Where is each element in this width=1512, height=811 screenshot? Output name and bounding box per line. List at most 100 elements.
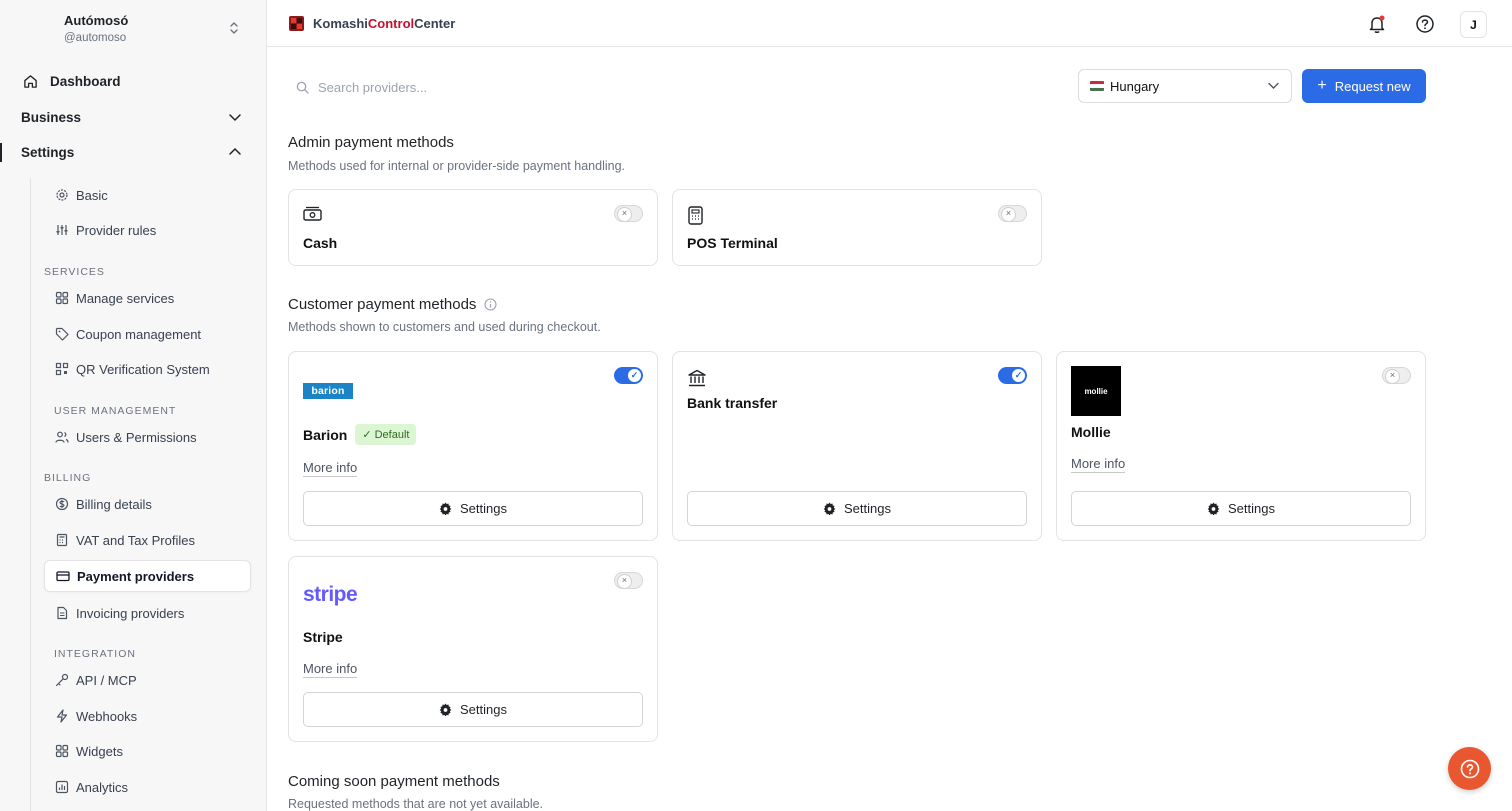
more-info-link[interactable]: More info (303, 661, 358, 678)
workspace-handle: @automoso (64, 32, 127, 44)
key-icon (55, 673, 69, 687)
coming-soon-section-title: Coming soon payment methods (288, 773, 500, 790)
grid-icon (55, 291, 69, 305)
workspace-switcher[interactable]: Autómosó @automoso (64, 13, 244, 44)
info-icon[interactable] (484, 298, 497, 311)
tag-icon (55, 327, 69, 341)
chart-icon (55, 780, 69, 794)
sidebar-item-provider-rules[interactable]: Provider rules (44, 214, 251, 246)
tree-line (30, 178, 31, 811)
payment-card-name: Stripe (303, 629, 343, 645)
bank-icon (688, 369, 706, 387)
help-chat-button[interactable] (1448, 747, 1491, 790)
sidebar-item-label: QR Verification System (76, 361, 210, 377)
brand-name-part1: Komashi (313, 16, 368, 31)
home-icon (24, 75, 37, 88)
payment-card-bank-transfer: Bank transfer Settings (672, 351, 1042, 541)
sidebar-item-qr-verification[interactable]: QR Verification System (44, 353, 251, 385)
toggle-bank-transfer[interactable] (998, 367, 1027, 384)
sidebar-item-label: Analytics (76, 779, 129, 795)
help-button[interactable] (1412, 11, 1438, 37)
bell-icon (1369, 15, 1385, 33)
sidebar-item-api-mcp[interactable]: API / MCP (44, 664, 251, 696)
payment-card-name: Mollie (1071, 424, 1111, 440)
document-icon (57, 606, 68, 620)
search-icon (296, 81, 309, 94)
sidebar-item-label: Webhooks (76, 708, 138, 724)
notifications-button[interactable] (1364, 11, 1390, 37)
qr-code-icon (55, 362, 69, 376)
section-label-billing: BILLING (44, 472, 92, 484)
more-info-link[interactable]: More info (1071, 456, 1126, 473)
admin-section-title-text: Admin payment methods (288, 134, 454, 151)
nav-business[interactable]: Business (0, 101, 267, 133)
payment-card-name-text: Barion (303, 426, 348, 443)
more-info-link[interactable]: More info (303, 460, 358, 477)
sidebar-item-widgets[interactable]: Widgets (44, 735, 251, 767)
settings-button-label: Settings (1228, 501, 1275, 516)
sidebar-item-analytics[interactable]: Analytics (44, 771, 251, 803)
workspace-name: Autómosó (64, 13, 129, 28)
sidebar-item-invoicing-providers[interactable]: Invoicing providers (44, 597, 251, 629)
coming-soon-section-title-text: Coming soon payment methods (288, 773, 500, 790)
sidebar-item-label: Payment providers (77, 568, 195, 584)
nav-settings[interactable]: Settings (0, 136, 267, 168)
search-input[interactable] (318, 79, 738, 95)
payment-card-name: Bank transfer (687, 395, 778, 411)
toggle-cash[interactable] (614, 205, 643, 222)
sidebar-item-label: Basic (76, 187, 108, 203)
sidebar-item-label: Billing details (76, 496, 152, 512)
gear-icon (56, 189, 68, 201)
sidebar-item-billing-details[interactable]: Billing details (44, 488, 251, 520)
payment-card-name: POS Terminal (687, 235, 778, 251)
toggle-stripe[interactable] (614, 572, 643, 589)
payment-card-cash: Cash (288, 189, 658, 266)
users-icon (55, 431, 69, 443)
payment-card-name: Cash (303, 235, 338, 251)
settings-button[interactable]: Settings (687, 491, 1027, 526)
mollie-logo: mollie (1071, 366, 1121, 416)
payment-card-mollie: mollie Mollie More info Settings (1056, 351, 1426, 541)
request-new-label: Request new (1334, 78, 1411, 94)
calculator-icon (56, 533, 68, 547)
sidebar-item-coupon-management[interactable]: Coupon management (44, 318, 251, 350)
toggle-mollie[interactable] (1382, 367, 1411, 384)
settings-button-label: Settings (460, 702, 507, 717)
toggle-barion[interactable] (614, 367, 643, 384)
brand[interactable]: Komashi Control Center (289, 16, 455, 31)
request-new-button[interactable]: + Request new (1302, 69, 1426, 103)
gear-icon (439, 502, 452, 515)
settings-button[interactable]: Settings (1071, 491, 1411, 526)
nav-dashboard[interactable]: Dashboard (0, 65, 267, 97)
settings-button-label: Settings (460, 501, 507, 516)
main-content: Hungary + Request new Admin payment meth… (267, 47, 1512, 811)
admin-section-description: Methods used for internal or provider-si… (288, 159, 625, 173)
sidebar-item-label: VAT and Tax Profiles (76, 532, 195, 548)
country-select[interactable]: Hungary (1078, 69, 1292, 103)
chevron-up-icon (229, 147, 241, 155)
sidebar-item-users-permissions[interactable]: Users & Permissions (44, 421, 251, 453)
sidebar-item-webhooks[interactable]: Webhooks (44, 700, 251, 732)
settings-button[interactable]: Settings (303, 692, 643, 727)
hungary-flag-icon (1090, 81, 1104, 91)
nav-dashboard-label: Dashboard (50, 73, 121, 89)
sidebar-item-payment-providers[interactable]: Payment providers (44, 560, 251, 592)
toggle-pos-terminal[interactable] (998, 205, 1027, 222)
chevron-up-down-icon[interactable] (228, 20, 240, 36)
coming-soon-section-description: Requested methods that are not yet avail… (288, 797, 544, 811)
brand-name-part3: Center (414, 16, 456, 31)
komashi-logo-icon (289, 16, 304, 31)
admin-section-title: Admin payment methods (288, 134, 454, 151)
sidebar-item-manage-services[interactable]: Manage services (44, 282, 251, 314)
settings-button[interactable]: Settings (303, 491, 643, 526)
user-avatar[interactable]: J (1460, 11, 1487, 38)
sidebar-item-vat-tax[interactable]: VAT and Tax Profiles (44, 524, 251, 556)
customer-section-title: Customer payment methods (288, 296, 497, 313)
dollar-circle-icon (55, 497, 69, 511)
customer-section-description: Methods shown to customers and used duri… (288, 320, 601, 334)
nav-business-label: Business (21, 109, 82, 125)
credit-card-icon (56, 571, 70, 582)
sidebar-item-label: Invoicing providers (76, 605, 185, 621)
chevron-down-icon (229, 114, 241, 122)
sidebar-item-basic[interactable]: Basic (44, 179, 251, 211)
